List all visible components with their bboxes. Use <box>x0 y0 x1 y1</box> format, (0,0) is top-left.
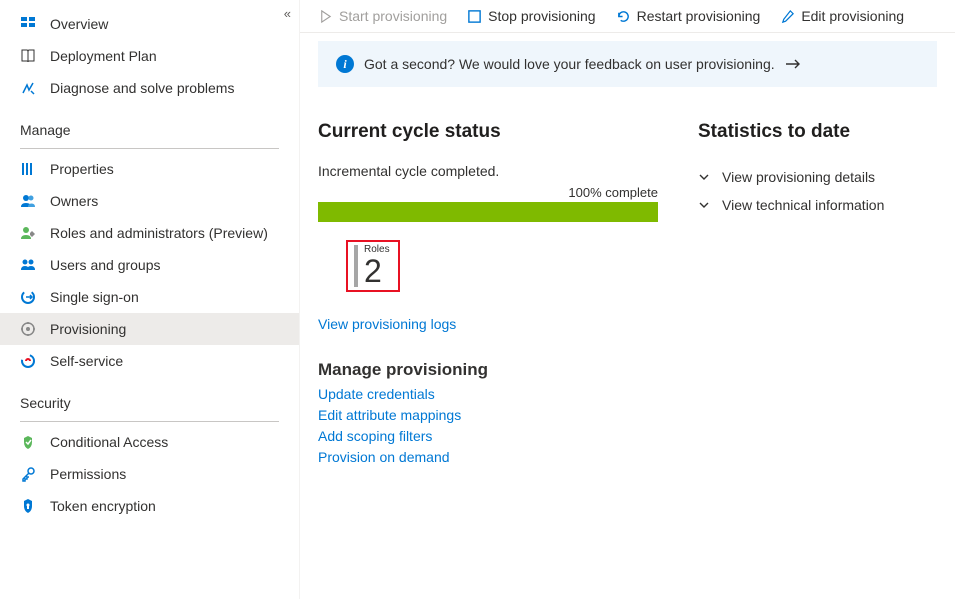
sidebar-item-label: Owners <box>50 193 98 209</box>
view-technical-information-expander[interactable]: View technical information <box>698 191 937 219</box>
view-provisioning-logs-link[interactable]: View provisioning logs <box>318 316 658 332</box>
sidebar-item-conditional-access[interactable]: Conditional Access <box>0 426 299 458</box>
users-groups-icon <box>20 257 36 273</box>
sidebar-item-label: Self-service <box>50 353 123 369</box>
restart-provisioning-button[interactable]: Restart provisioning <box>616 8 761 24</box>
diagnose-icon <box>20 80 36 96</box>
properties-icon <box>20 161 36 177</box>
conditional-access-icon <box>20 434 36 450</box>
statistics-column: Statistics to date View provisioning det… <box>698 121 937 468</box>
content-columns: Current cycle status Incremental cycle c… <box>300 87 955 468</box>
owners-icon <box>20 193 36 209</box>
start-provisioning-button[interactable]: Start provisioning <box>318 8 447 24</box>
toolbar-label: Restart provisioning <box>637 8 761 24</box>
sidebar-item-permissions[interactable]: Permissions <box>0 458 299 490</box>
sidebar-item-sso[interactable]: Single sign-on <box>0 281 299 313</box>
sidebar-item-label: Overview <box>50 16 108 32</box>
roles-admin-icon <box>20 225 36 241</box>
sso-icon <box>20 289 36 305</box>
sidebar-item-label: Token encryption <box>50 498 156 514</box>
restart-icon <box>616 9 631 24</box>
permissions-icon <box>20 466 36 482</box>
sidebar-section-security: Security <box>0 377 299 417</box>
main-content: Start provisioning Stop provisioning Res… <box>300 0 955 599</box>
sidebar-item-label: Users and groups <box>50 257 161 273</box>
sidebar-item-label: Diagnose and solve problems <box>50 80 234 96</box>
edit-provisioning-button[interactable]: Edit provisioning <box>780 8 904 24</box>
divider <box>20 421 279 422</box>
edit-attribute-mappings-link[interactable]: Edit attribute mappings <box>318 405 658 426</box>
view-provisioning-details-expander[interactable]: View provisioning details <box>698 163 937 191</box>
stop-icon <box>467 9 482 24</box>
expander-label: View provisioning details <box>722 169 875 185</box>
divider <box>20 148 279 149</box>
add-scoping-filters-link[interactable]: Add scoping filters <box>318 426 658 447</box>
toolbar-label: Stop provisioning <box>488 8 595 24</box>
sidebar-item-label: Properties <box>50 161 114 177</box>
feedback-banner: i Got a second? We would love your feedb… <box>318 41 937 87</box>
sidebar-item-label: Single sign-on <box>50 289 139 305</box>
provisioning-icon <box>20 321 36 337</box>
toolbar: Start provisioning Stop provisioning Res… <box>300 0 955 33</box>
info-icon: i <box>336 55 354 73</box>
sidebar-item-label: Deployment Plan <box>50 48 157 64</box>
sidebar-item-label: Roles and administrators (Preview) <box>50 225 268 241</box>
update-credentials-link[interactable]: Update credentials <box>318 384 658 405</box>
book-icon <box>20 48 36 64</box>
sidebar-item-roles-admin[interactable]: Roles and administrators (Preview) <box>0 217 299 249</box>
chevron-down-icon <box>698 171 710 183</box>
progress-bar <box>318 202 658 222</box>
feedback-link-arrow[interactable] <box>785 58 801 70</box>
provision-on-demand-link[interactable]: Provision on demand <box>318 447 658 468</box>
sidebar: « Overview Deployment Plan Diagnose and … <box>0 0 300 599</box>
sidebar-section-manage: Manage <box>0 104 299 144</box>
overview-icon <box>20 16 36 32</box>
toolbar-label: Start provisioning <box>339 8 447 24</box>
expander-label: View technical information <box>722 197 884 213</box>
sidebar-item-users-groups[interactable]: Users and groups <box>0 249 299 281</box>
collapse-sidebar-button[interactable]: « <box>284 6 291 21</box>
sidebar-item-label: Permissions <box>50 466 126 482</box>
manage-provisioning-heading: Manage provisioning <box>318 360 658 380</box>
sidebar-item-label: Provisioning <box>50 321 126 337</box>
toolbar-label: Edit provisioning <box>801 8 904 24</box>
sidebar-item-owners[interactable]: Owners <box>0 185 299 217</box>
sidebar-item-properties[interactable]: Properties <box>0 153 299 185</box>
self-service-icon <box>20 353 36 369</box>
roles-tile[interactable]: Roles 2 <box>346 240 400 292</box>
cycle-status-column: Current cycle status Incremental cycle c… <box>318 121 658 468</box>
statistics-heading: Statistics to date <box>698 121 937 143</box>
chevron-down-icon <box>698 199 710 211</box>
feedback-text: Got a second? We would love your feedbac… <box>364 56 775 72</box>
manage-provisioning-links: Update credentials Edit attribute mappin… <box>318 384 658 468</box>
token-encryption-icon <box>20 498 36 514</box>
sidebar-item-diagnose[interactable]: Diagnose and solve problems <box>0 72 299 104</box>
sidebar-item-token-encryption[interactable]: Token encryption <box>0 490 299 522</box>
sidebar-item-provisioning[interactable]: Provisioning <box>0 313 299 345</box>
sidebar-item-self-service[interactable]: Self-service <box>0 345 299 377</box>
roles-count: 2 <box>364 255 390 287</box>
cycle-status-heading: Current cycle status <box>318 121 658 143</box>
sidebar-item-deployment-plan[interactable]: Deployment Plan <box>0 40 299 72</box>
cycle-status-text: Incremental cycle completed. <box>318 163 658 179</box>
play-icon <box>318 9 333 24</box>
progress-label: 100% complete <box>318 185 658 200</box>
sidebar-item-label: Conditional Access <box>50 434 168 450</box>
stop-provisioning-button[interactable]: Stop provisioning <box>467 8 595 24</box>
edit-icon <box>780 9 795 24</box>
sidebar-item-overview[interactable]: Overview <box>0 8 299 40</box>
